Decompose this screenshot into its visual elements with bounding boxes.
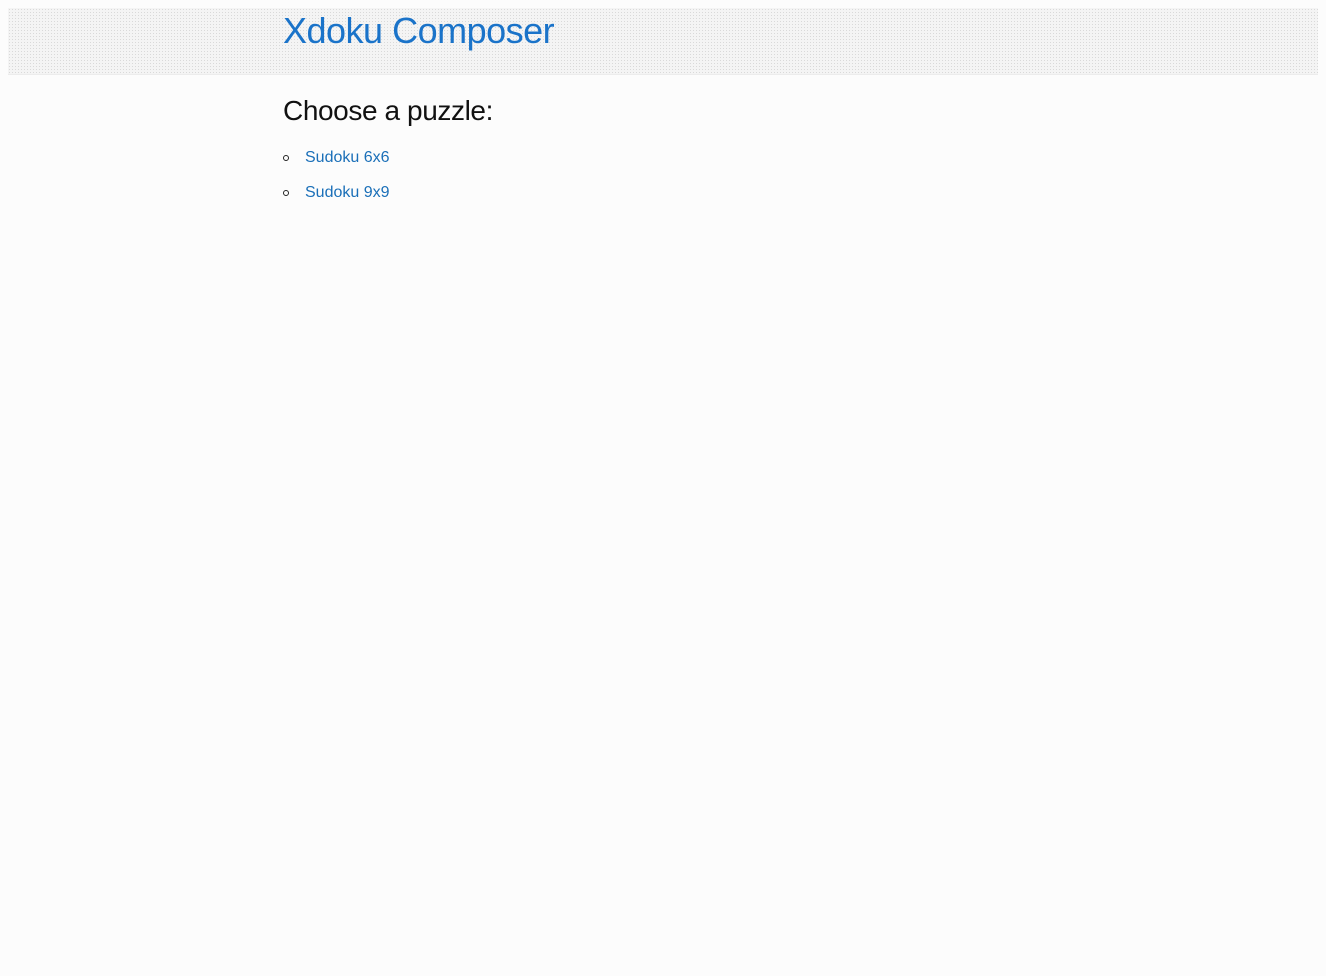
puzzle-list-item: Sudoku 9x9 [283,183,1083,218]
site-header: Xdoku Composer [8,8,1318,75]
puzzle-link-sudoku-9x9[interactable]: Sudoku 9x9 [305,184,390,201]
puzzle-list-item: Sudoku 6x6 [283,148,1083,183]
circle-bullet-icon [283,190,289,196]
page-heading: Choose a puzzle: [283,95,493,126]
puzzle-link-sudoku-6x6[interactable]: Sudoku 6x6 [305,149,390,166]
puzzle-list: Sudoku 6x6 Sudoku 9x9 [283,148,1083,218]
circle-bullet-icon [283,155,289,161]
site-title-link[interactable]: Xdoku Composer [283,10,555,52]
main-content: Choose a puzzle: Sudoku 6x6 Sudoku 9x9 [283,92,1083,218]
